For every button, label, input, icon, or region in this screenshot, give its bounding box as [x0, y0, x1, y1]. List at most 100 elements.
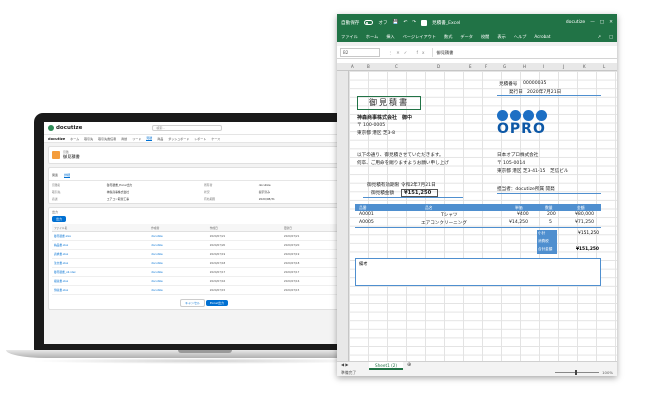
redo-icon[interactable]: ↷ [412, 20, 416, 25]
remarks-box[interactable]: 備考 [355, 258, 601, 286]
tab-review[interactable]: 校閲 [481, 34, 489, 40]
file-link[interactable]: 注文書.xlsx [52, 258, 150, 268]
file-link[interactable]: docutize [149, 267, 208, 277]
comment-icon[interactable]: □ [609, 34, 613, 39]
cancel-button[interactable]: キャンセル [180, 299, 206, 307]
tab-formulas[interactable]: 数式 [444, 34, 452, 40]
table-row[interactable]: 請求書.xlsx docutize 2020/07/19 2020/07/19 [52, 249, 356, 259]
column-header[interactable]: A [351, 64, 354, 69]
tab-insert[interactable]: 挿入 [386, 34, 394, 40]
column-header[interactable]: F [485, 64, 487, 69]
tab-file[interactable]: ファイル [341, 34, 358, 40]
add-sheet-icon[interactable]: ⊕ [407, 362, 411, 368]
close-icon[interactable]: ✕ [609, 20, 613, 25]
file-link[interactable]: 領収書.xlsx [52, 285, 150, 295]
item-qty[interactable]: 5 [549, 220, 552, 225]
nav-item[interactable]: ダッシュボード [168, 137, 189, 141]
file-link[interactable]: docutize [149, 285, 208, 295]
tab-related[interactable]: 関連 [52, 173, 58, 178]
column-header[interactable]: G [503, 64, 506, 69]
search-input[interactable]: 検索... [152, 125, 223, 131]
item-name[interactable]: Tシャツ [441, 212, 458, 218]
undo-icon[interactable]: ↶ [403, 20, 407, 25]
item-price[interactable]: ¥400 [517, 212, 529, 217]
maximize-icon[interactable]: □ [600, 20, 604, 25]
column-header[interactable]: K [583, 64, 586, 69]
submit-button[interactable]: Excel出力 [206, 300, 228, 306]
table-row[interactable]: 納品書.xlsx docutize 2020/07/20 2020/07/20 [52, 240, 356, 250]
column-header[interactable]: 作成日 [207, 224, 282, 232]
user-name[interactable]: docutize [566, 20, 585, 25]
item-code[interactable]: A0001 [359, 212, 374, 217]
sheet-nav-icon[interactable]: ◀ ▶ [341, 362, 348, 367]
output-button[interactable]: 出力 [52, 216, 67, 222]
file-link[interactable]: docutize [149, 231, 208, 241]
nav-item[interactable]: 取引先責任者 [98, 137, 116, 141]
column-header[interactable]: L [603, 64, 605, 69]
amount-underline [363, 197, 463, 198]
file-link[interactable]: docutize [149, 249, 208, 259]
autosave-state: オフ [378, 20, 388, 26]
tab-detail[interactable]: 詳細 [64, 173, 71, 178]
file-link[interactable]: docutize [149, 258, 208, 268]
column-header[interactable]: 作成者 [149, 224, 208, 232]
nav-item-active[interactable]: 見積 [146, 136, 153, 141]
table-row[interactable]: 御見積書_v2.xlsx docutize 2020/07/17 2020/07/17 [52, 267, 356, 277]
column-header[interactable]: B [367, 64, 370, 69]
nav-item[interactable]: リード [132, 137, 141, 141]
table-row[interactable]: 検収書.xlsx docutize 2020/07/16 2020/07/16 [52, 276, 356, 286]
item-amount[interactable]: ¥80,000 [575, 212, 594, 217]
subtotal-value[interactable]: ¥151,250 [578, 230, 599, 238]
item-qty[interactable]: 200 [547, 212, 556, 217]
record-title: 御見積書 [63, 154, 80, 159]
item-price[interactable]: ¥14,250 [509, 220, 528, 225]
file-link[interactable]: 納品書.xlsx [52, 240, 150, 250]
tab-view[interactable]: 表示 [497, 34, 505, 40]
item-amount[interactable]: ¥71,250 [575, 220, 594, 225]
file-link[interactable]: docutize [149, 240, 208, 250]
column-header[interactable]: J [563, 64, 564, 69]
table-row[interactable]: 注文書.xlsx docutize 2020/07/18 2020/07/18 [52, 258, 356, 268]
nav-item[interactable]: 商談 [121, 137, 127, 141]
file-link[interactable]: docutize [149, 276, 208, 286]
column-header[interactable]: C [395, 64, 398, 69]
minimize-icon[interactable]: — [590, 20, 595, 25]
column-header[interactable]: E [469, 64, 472, 69]
intro-line-1: 以下の通り、御見積させていただきます。 [357, 153, 444, 158]
formula-input[interactable]: 御見積書 [431, 47, 615, 57]
nav-item[interactable]: 商品 [157, 137, 163, 141]
nav-item[interactable]: 取引先 [84, 137, 93, 141]
item-code[interactable]: A0005 [359, 220, 374, 225]
tab-home[interactable]: ホーム [366, 34, 378, 40]
quote-title[interactable]: 御見積書 [357, 96, 421, 110]
nav-item[interactable]: ホーム [70, 137, 79, 141]
dialog-footer: キャンセル Excel出力 [52, 299, 356, 307]
table-row[interactable]: 領収書.xlsx docutize 2020/07/15 2020/07/15 [52, 285, 356, 295]
file-link[interactable]: 検収書.xlsx [52, 276, 150, 286]
nav-item[interactable]: レポート [194, 137, 206, 141]
column-header[interactable]: ファイル名 [52, 224, 150, 232]
tab-acrobat[interactable]: Acrobat [534, 34, 550, 39]
formula-icons[interactable]: ⋮✕✓ fx [388, 50, 429, 55]
file-link[interactable]: 御見積書_v2.xlsx [52, 267, 150, 277]
save-icon[interactable]: 💾 [393, 20, 399, 25]
item-name[interactable]: エアコンクリーニング [421, 220, 467, 226]
zoom-slider[interactable] [555, 370, 599, 375]
file-link[interactable]: 御見積書.xlsx [52, 231, 150, 241]
column-header[interactable]: D [437, 64, 440, 69]
nav-item[interactable]: ケース [211, 137, 220, 141]
zoom-level[interactable]: 100% [602, 370, 613, 375]
name-box[interactable]: B2 [340, 47, 380, 57]
file-link[interactable]: 請求書.xlsx [52, 249, 150, 259]
tab-data[interactable]: データ [460, 34, 473, 40]
table-row[interactable]: 御見積書.xlsx docutize 2020/07/21 2020/07/21 [52, 231, 356, 241]
tab-help[interactable]: ヘルプ [514, 34, 527, 40]
row-headers[interactable] [337, 71, 349, 361]
column-header[interactable]: H [523, 64, 526, 69]
tab-page-layout[interactable]: ページレイアウト [403, 34, 436, 40]
autosave-toggle[interactable] [364, 20, 374, 25]
share-icon[interactable]: ↗ [598, 34, 602, 39]
sheet-tab[interactable]: Sheet1 (2) [369, 362, 404, 370]
total-value[interactable]: ¥151,250 [576, 246, 599, 254]
column-header[interactable]: I [543, 64, 544, 69]
